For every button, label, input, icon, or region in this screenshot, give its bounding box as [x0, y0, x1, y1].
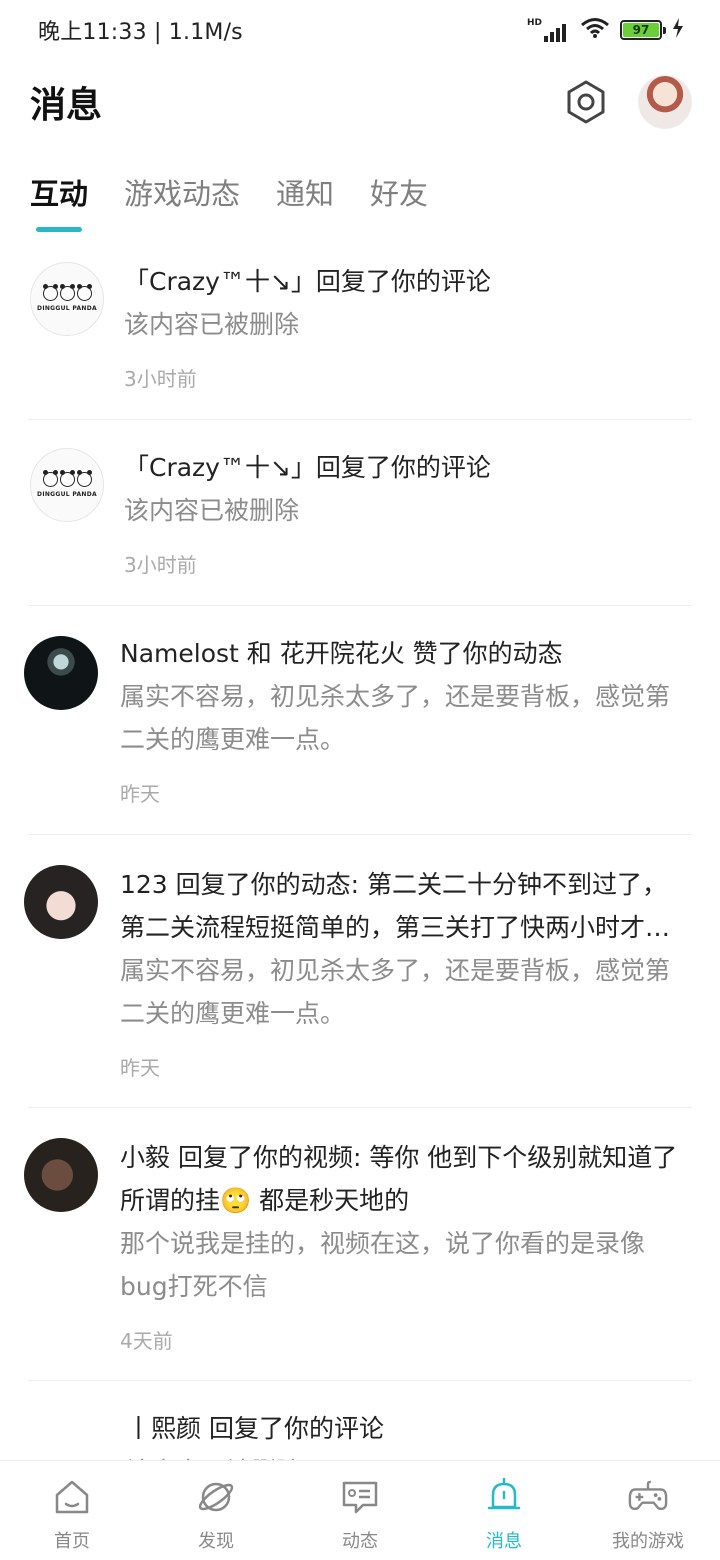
header-actions [562, 75, 692, 129]
message-title: Namelost 和 花开院花火 赞了你的动态 [120, 639, 563, 668]
message-time: 4天前 [120, 1329, 173, 1353]
message-content: 该内容已被删除 [124, 310, 300, 339]
page-title: 消息 [30, 85, 103, 126]
nav-label: 发现 [198, 1531, 234, 1552]
user-avatar[interactable] [638, 75, 692, 129]
nav-label: 首页 [54, 1531, 90, 1552]
charging-icon [672, 18, 684, 42]
panda-icon [59, 284, 75, 301]
panda-icon [76, 470, 92, 487]
panda-icon [42, 470, 58, 487]
message-time: 3小时前 [124, 367, 197, 391]
tab-bar: 互动 游戏动态 通知 好友 [0, 168, 720, 238]
avatar-namelost [24, 636, 98, 710]
nav-messages[interactable]: 消息 [432, 1461, 576, 1560]
planet-icon [196, 1477, 236, 1517]
message-title: 「Crazy™十↘」回复了你的评论 [124, 453, 491, 482]
nav-label: 我的游戏 [612, 1531, 684, 1552]
status-time: 晚上11:33 | 1.1M/s [38, 20, 243, 45]
message-item[interactable]: Namelost 和 花开院花火 赞了你的动态 属实不容易，初见杀太多了，还是要… [24, 606, 692, 835]
message-title: 小毅 回复了你的视频: 等你 他到下个级别就知道了 所谓的挂🙄 都是秒天地的 [120, 1143, 678, 1215]
status-icons: HD 97 [527, 17, 684, 43]
tab-friends[interactable]: 好友 [370, 168, 428, 234]
avatar-panda: DINGGUL PANDA [30, 262, 104, 336]
hd-label: HD [526, 18, 542, 28]
gamepad-icon [628, 1477, 668, 1517]
message-title: 丨熙颜 回复了你的评论 [126, 1414, 384, 1443]
avatar-panda: DINGGUL PANDA [30, 448, 104, 522]
home-icon [52, 1477, 92, 1517]
signal-icon: HD [527, 18, 570, 42]
avatar-xiaoyi [24, 1138, 98, 1212]
panda-icon [59, 470, 75, 487]
screen: 晚上11:33 | 1.1M/s HD 97 消息 互动 游戏动态 通知 好友 … [0, 0, 720, 1560]
tab-notifications[interactable]: 通知 [276, 168, 334, 234]
nav-label: 动态 [342, 1531, 378, 1552]
message-time: 昨天 [120, 782, 160, 806]
message-content: 属实不容易，初见杀太多了，还是要背板，感觉第二关的鹰更难一点。 [120, 682, 671, 754]
message-content: 属实不容易，初见杀太多了，还是要背板，感觉第二关的鹰更难一点。 [120, 956, 671, 1028]
panda-icon [76, 284, 92, 301]
message-content: 那个说我是挂的，视频在这，说了你看的是录像bug打死不信 [120, 1229, 646, 1301]
wifi-icon [580, 17, 610, 43]
bell-icon [484, 1477, 524, 1517]
message-list: DINGGUL PANDA 「Crazy™十↘」回复了你的评论 该内容已被删除 … [0, 238, 720, 1521]
avatar-caption: DINGGUL PANDA [37, 491, 97, 498]
bottom-navigation: 首页 发现 动态 消息 我的游戏 [0, 1460, 720, 1560]
message-time: 3小时前 [124, 553, 197, 577]
avatar-123 [24, 865, 98, 939]
tab-interaction[interactable]: 互动 [30, 168, 88, 234]
chat-card-icon [340, 1477, 380, 1517]
nav-home[interactable]: 首页 [0, 1461, 144, 1560]
nav-my-games[interactable]: 我的游戏 [576, 1461, 720, 1560]
message-content: 该内容已被删除 [124, 496, 300, 525]
nav-discover[interactable]: 发现 [144, 1461, 288, 1560]
nav-feed[interactable]: 动态 [288, 1461, 432, 1560]
message-title: 123 回复了你的动态: 第二关二十分钟不到过了，第二关流程短挺简单的，第三关打… [120, 870, 671, 942]
nav-label: 消息 [486, 1531, 522, 1552]
status-bar: 晚上11:33 | 1.1M/s HD 97 [0, 0, 720, 60]
battery-level: 97 [623, 23, 659, 37]
tab-game-news[interactable]: 游戏动态 [124, 168, 240, 234]
avatar-caption: DINGGUL PANDA [37, 305, 97, 312]
battery-icon: 97 [620, 20, 666, 40]
message-item[interactable]: DINGGUL PANDA 「Crazy™十↘」回复了你的评论 该内容已被删除 … [28, 420, 692, 606]
settings-hexagon-icon [567, 80, 605, 124]
message-item[interactable]: 小毅 回复了你的视频: 等你 他到下个级别就知道了 所谓的挂🙄 都是秒天地的 那… [24, 1108, 692, 1381]
settings-button[interactable] [562, 78, 610, 126]
message-item[interactable]: 123 回复了你的动态: 第二关二十分钟不到过了，第二关流程短挺简单的，第三关打… [24, 835, 692, 1108]
message-item[interactable]: DINGGUL PANDA 「Crazy™十↘」回复了你的评论 该内容已被删除 … [28, 238, 692, 420]
message-title: 「Crazy™十↘」回复了你的评论 [124, 267, 491, 296]
header: 消息 [0, 66, 720, 138]
message-time: 昨天 [120, 1056, 160, 1080]
panda-icon [42, 284, 58, 301]
